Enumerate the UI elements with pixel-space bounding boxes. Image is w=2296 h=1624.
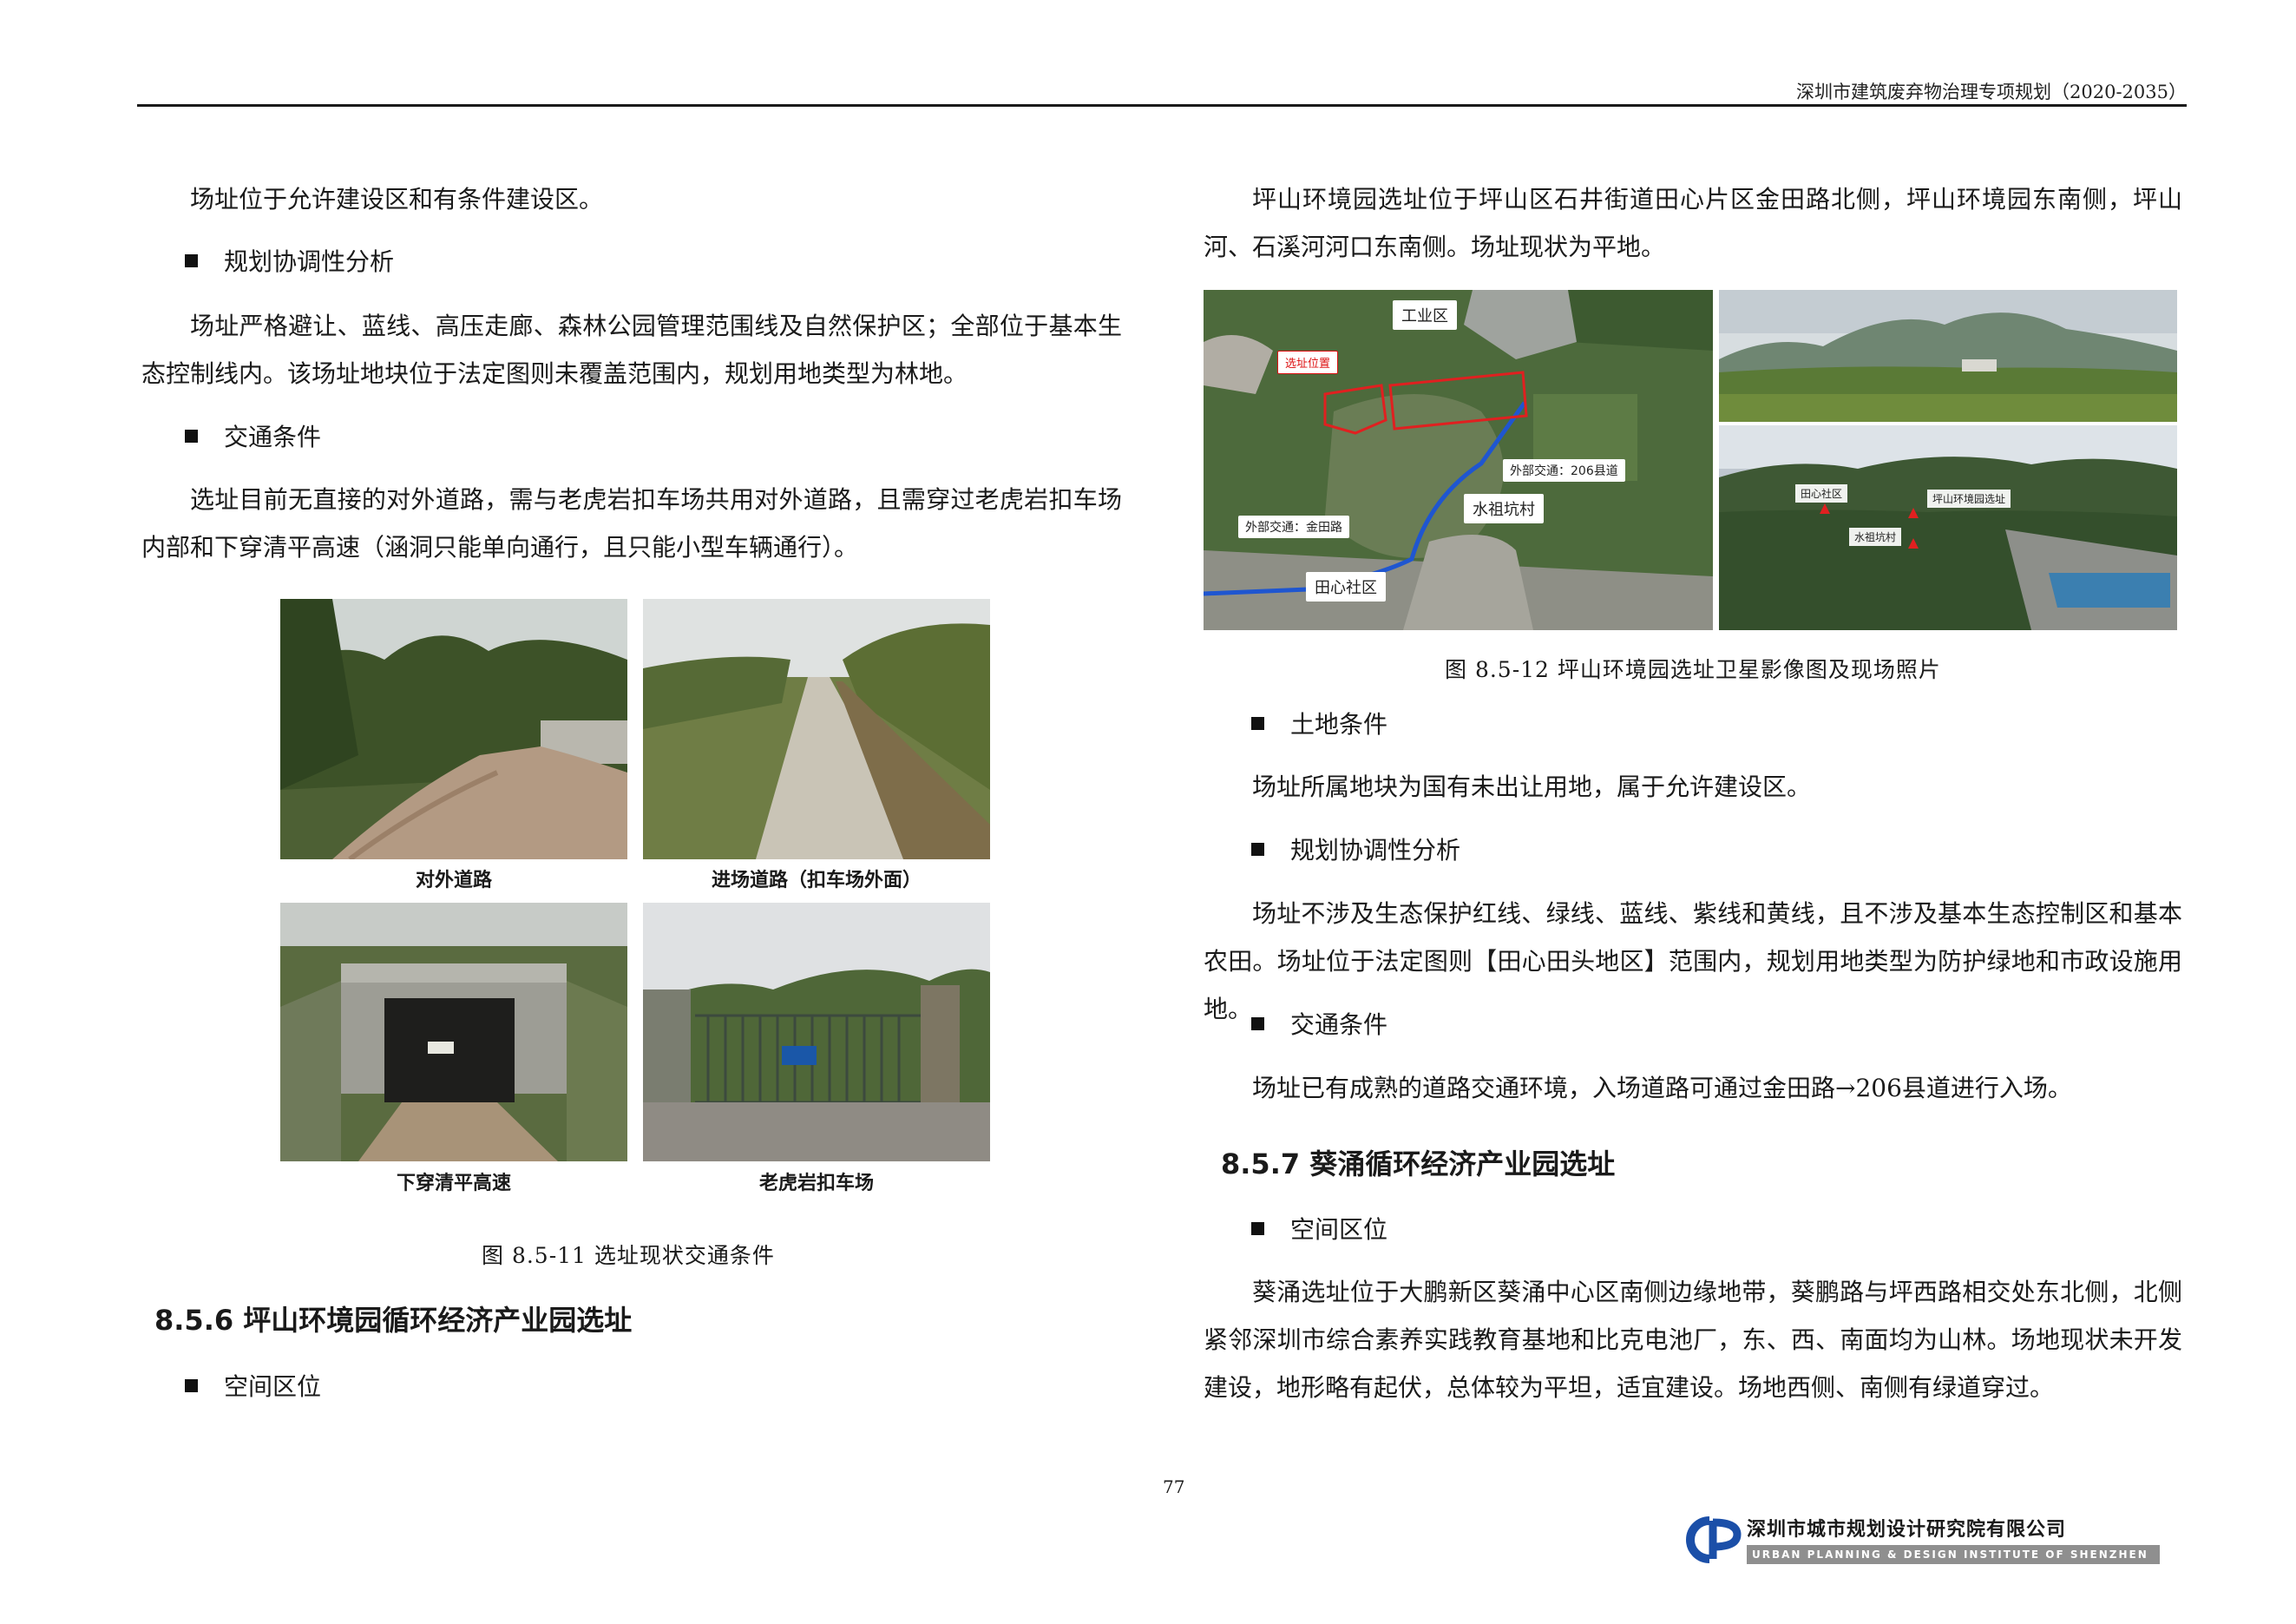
map-label-ext-206: 外部交通：206县道: [1503, 459, 1625, 482]
left-heading-space-text: 空间区位: [224, 1372, 322, 1401]
institute-logo-icon: [1675, 1514, 1744, 1566]
bullet-square-icon: [1251, 717, 1264, 730]
bullet-square-icon: [1251, 843, 1264, 856]
institute-name-cn: 深圳市城市规划设计研究院有限公司: [1747, 1519, 2067, 1541]
bullet-square-icon: [185, 254, 198, 267]
right-heading-plan-text: 规划协调性分析: [1290, 836, 1461, 865]
institute-name-en: URBAN PLANNING & DESIGN INSTITUTE OF SHE…: [1747, 1545, 2160, 1564]
bullet-square-icon: [1251, 1222, 1264, 1235]
map-label-ext-jintian: 外部交通：金田路: [1238, 516, 1349, 538]
satellite-map-image: 工业区 选址位置 外部交通：206县道 水祖坑村 外部交通：金田路 田心社区: [1204, 290, 1713, 630]
photo-impound-lot: [643, 903, 990, 1161]
right-heading-space: 空间区位: [1251, 1213, 1387, 1247]
right-heading-land-text: 土地条件: [1290, 710, 1388, 739]
aerial-label-env-site: 坪山环境园选址: [1927, 490, 2011, 508]
right-heading-land: 土地条件: [1251, 707, 1387, 742]
right-para-intro: 坪山环境园选址位于坪山区石井街道田心片区金田路北侧，坪山环境园东南侧，坪山河、石…: [1204, 185, 2182, 261]
photo-underpass: [280, 903, 627, 1161]
running-header-title: 深圳市建筑废弃物治理专项规划（2020-2035）: [1796, 82, 2187, 102]
right-heading-traffic: 交通条件: [1251, 1008, 1387, 1042]
section-heading-856: 8.5.6 坪山环境园循环经济产业园选址: [154, 1304, 633, 1337]
aerial-label-shuizu: 水祖坑村: [1849, 528, 1902, 546]
left-para-traffic: 选址目前无直接的对外道路，需与老虎岩扣车场共用对外道路，且需穿过老虎岩扣车场内部…: [141, 485, 1122, 562]
site-aerial-photo: 田心社区 坪山环境园选址 水祖坑村: [1719, 425, 2177, 630]
left-para-plan: 场址严格避让、蓝线、高压走廊、森林公园管理范围线及自然保护区；全部位于基本生态控…: [141, 312, 1122, 388]
page-number: 77: [1163, 1476, 1185, 1497]
left-heading-traffic-text: 交通条件: [224, 423, 322, 451]
photo-caption-external-road: 对外道路: [415, 870, 492, 891]
section-heading-857: 8.5.7 葵涌循环经济产业园选址: [1221, 1147, 1616, 1180]
bullet-square-icon: [185, 430, 198, 443]
site-landscape-photo: [1719, 290, 2177, 422]
right-heading-plan: 规划协调性分析: [1251, 833, 1460, 868]
right-para-space: 葵涌选址位于大鹏新区葵涌中心区南侧边缘地带，葵鹏路与坪西路相交处东北侧，北侧紧邻…: [1204, 1278, 2182, 1402]
left-para-site-zone: 场址位于允许建设区和有条件建设区。: [190, 185, 604, 214]
map-label-shuizu: 水祖坑村: [1464, 494, 1544, 523]
map-label-industrial: 工业区: [1393, 300, 1457, 330]
left-heading-space: 空间区位: [185, 1370, 321, 1404]
left-heading-plan: 规划协调性分析: [185, 245, 394, 279]
right-para-land: 场址所属地块为国有未出让用地，属于允许建设区。: [1252, 773, 1812, 801]
bullet-square-icon: [1251, 1017, 1264, 1030]
bullet-square-icon: [185, 1379, 198, 1392]
left-figure-caption: 图 8.5-11 选址现状交通条件: [482, 1243, 775, 1268]
right-para-traffic: 场址已有成熟的道路交通环境，入场道路可通过金田路→206县道进行入场。: [1252, 1074, 2072, 1102]
photo-external-road: [280, 599, 627, 859]
map-label-tianxin: 田心社区: [1306, 572, 1386, 602]
right-figure-caption: 图 8.5-12 坪山环境园选址卫星影像图及现场照片: [1445, 657, 1941, 682]
left-heading-plan-text: 规划协调性分析: [224, 247, 395, 276]
photo-caption-entry-road: 进场道路（扣车场外面）: [711, 870, 922, 891]
photo-caption-underpass: 下穿清平高速: [396, 1173, 511, 1194]
aerial-label-tianxin: 田心社区: [1795, 484, 1848, 503]
header-rule: [137, 104, 2187, 107]
right-heading-traffic-text: 交通条件: [1290, 1010, 1388, 1039]
photo-caption-impound-lot: 老虎岩扣车场: [758, 1173, 874, 1194]
photo-entry-road: [643, 599, 990, 859]
left-heading-traffic: 交通条件: [185, 420, 321, 455]
right-heading-space-text: 空间区位: [1290, 1215, 1388, 1244]
map-label-site: 选址位置: [1277, 351, 1339, 374]
